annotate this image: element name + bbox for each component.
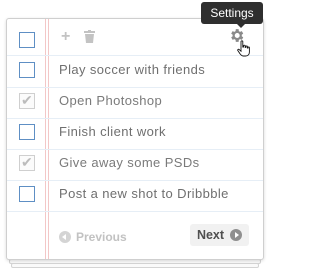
next-label: Next: [196, 228, 225, 242]
task-label: Post a new shot to Dribbble: [59, 186, 229, 201]
list-item[interactable]: Play soccer with friends: [7, 56, 263, 88]
arrow-left-icon: [59, 231, 71, 243]
previous-label: Previous: [76, 230, 127, 244]
list-item[interactable]: ✔ Open Photoshop: [7, 87, 263, 119]
task-label: Give away some PSDs: [59, 155, 200, 170]
task-checkbox[interactable]: [19, 124, 35, 140]
task-checkbox-checked[interactable]: ✔: [19, 92, 35, 109]
task-label: Finish client work: [59, 124, 166, 139]
task-checkbox[interactable]: [19, 62, 35, 78]
task-checkbox-checked[interactable]: ✔: [19, 154, 35, 171]
task-checkbox[interactable]: [19, 186, 35, 202]
trash-icon[interactable]: [84, 30, 95, 48]
list-item[interactable]: Post a new shot to Dribbble: [7, 180, 263, 212]
next-button[interactable]: Next: [190, 224, 249, 246]
todo-card: + Play soccer with friends ✔ Open Photos…: [6, 18, 264, 260]
list-item[interactable]: Finish client work: [7, 118, 263, 150]
checkmark-icon: ✔: [21, 154, 33, 170]
previous-button[interactable]: Previous: [59, 227, 127, 247]
checkmark-icon: ✔: [21, 92, 33, 108]
arrow-right-icon: [230, 229, 243, 241]
task-label: Play soccer with friends: [59, 62, 206, 77]
toolbar-row: +: [7, 24, 263, 56]
task-label: Open Photoshop: [59, 93, 163, 108]
settings-tooltip: Settings: [201, 2, 263, 24]
paper-stack-edge: [11, 263, 259, 268]
list-item[interactable]: ✔ Give away some PSDs: [7, 149, 263, 181]
plus-icon[interactable]: +: [61, 28, 70, 46]
select-all-checkbox[interactable]: [19, 32, 35, 48]
tooltip-arrow: [237, 24, 245, 28]
